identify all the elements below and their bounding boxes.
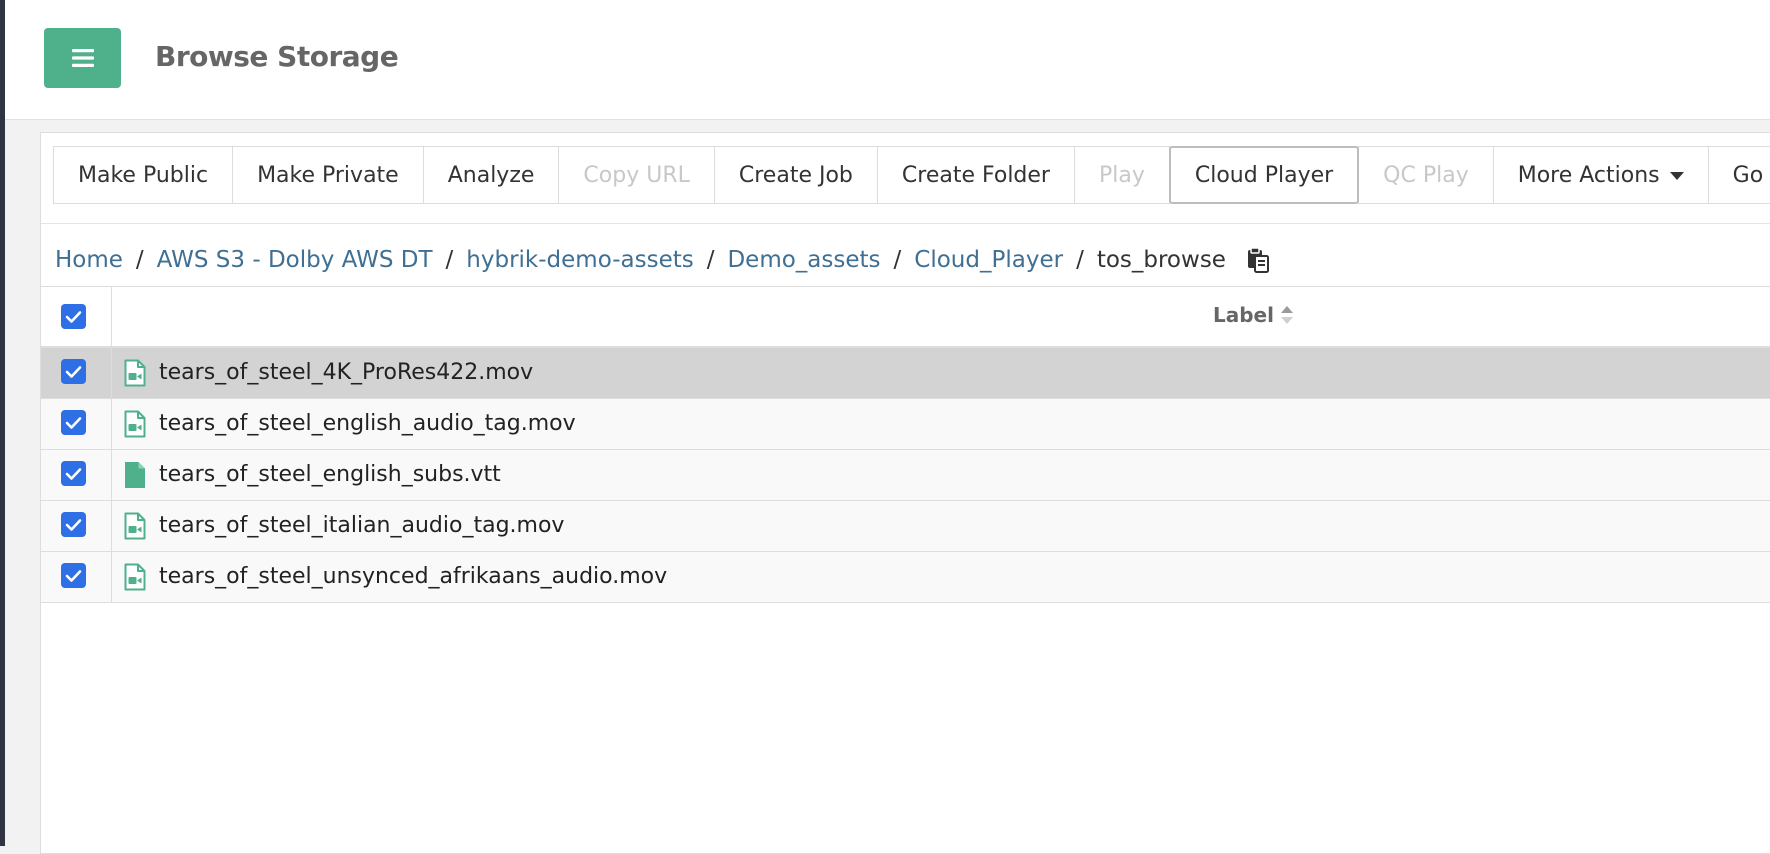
breadcrumb: Home / AWS S3 - Dolby AWS DT / hybrik-de… [55, 234, 1270, 286]
create-job-button[interactable]: Create Job [713, 146, 878, 204]
breadcrumb-separator: / [706, 247, 715, 273]
copy-clipboard-icon[interactable] [1246, 247, 1270, 273]
checkmark-icon [65, 416, 82, 429]
checkmark-icon [65, 518, 82, 531]
breadcrumb-folder-cloud-player[interactable]: Cloud_Player [914, 247, 1063, 273]
checkmark-icon [65, 569, 82, 582]
breadcrumb-separator: / [445, 247, 454, 273]
table-header: Label [41, 287, 1770, 348]
video-file-icon [124, 512, 146, 540]
breadcrumb-separator: / [893, 247, 902, 273]
caret-down-icon [1669, 172, 1684, 180]
row-checkbox[interactable] [61, 563, 86, 588]
table-row[interactable]: tears_of_steel_italian_audio_tag.mov [41, 501, 1770, 552]
row-checkbox[interactable] [61, 512, 86, 537]
table-row[interactable]: tears_of_steel_english_audio_tag.mov [41, 399, 1770, 450]
create-folder-button[interactable]: Create Folder [876, 146, 1075, 204]
column-divider [111, 552, 112, 602]
file-name[interactable]: tears_of_steel_english_audio_tag.mov [159, 411, 576, 436]
breadcrumb-storage-location[interactable]: AWS S3 - Dolby AWS DT [157, 247, 433, 273]
sort-icon [1280, 305, 1294, 325]
column-divider [111, 399, 112, 449]
select-all-checkbox[interactable] [61, 304, 86, 329]
table-row[interactable]: tears_of_steel_4K_ProRes422.mov [41, 348, 1770, 399]
top-header: Browse Storage [5, 0, 1770, 120]
storage-panel: Make Public Make Private Analyze Copy UR… [40, 132, 1770, 854]
breadcrumb-folder-demo-assets[interactable]: Demo_assets [727, 247, 880, 273]
column-divider [111, 348, 112, 398]
row-checkbox[interactable] [61, 410, 86, 435]
cloud-player-button[interactable]: Cloud Player [1168, 146, 1360, 204]
file-name[interactable]: tears_of_steel_italian_audio_tag.mov [159, 513, 564, 538]
analyze-button[interactable]: Analyze [422, 146, 560, 204]
table-row[interactable]: tears_of_steel_english_subs.vtt [41, 450, 1770, 501]
column-divider [111, 287, 112, 346]
file-list: tears_of_steel_4K_ProRes422.mov tears_of… [41, 348, 1770, 603]
hamburger-icon [71, 49, 94, 67]
action-toolbar: Make Public Make Private Analyze Copy UR… [53, 146, 1770, 204]
play-button[interactable]: Play [1073, 146, 1170, 204]
table-row[interactable]: tears_of_steel_unsynced_afrikaans_audio.… [41, 552, 1770, 603]
file-name[interactable]: tears_of_steel_english_subs.vtt [159, 462, 501, 487]
column-divider [111, 501, 112, 551]
row-checkbox[interactable] [61, 461, 86, 486]
checkmark-icon [65, 467, 82, 480]
breadcrumb-separator: / [135, 247, 144, 273]
sidebar-edge [0, 0, 5, 846]
breadcrumb-current: tos_browse [1096, 247, 1226, 273]
breadcrumb-bucket[interactable]: hybrik-demo-assets [466, 247, 693, 273]
make-private-button[interactable]: Make Private [232, 146, 424, 204]
go-button[interactable]: Go [1707, 146, 1770, 204]
checkmark-icon [65, 310, 82, 323]
column-divider [111, 450, 112, 500]
document-file-icon [125, 462, 145, 488]
video-file-icon [124, 359, 146, 387]
more-actions-button[interactable]: More Actions [1492, 146, 1709, 204]
page-title: Browse Storage [155, 40, 399, 73]
file-name[interactable]: tears_of_steel_unsynced_afrikaans_audio.… [159, 564, 667, 589]
make-public-button[interactable]: Make Public [53, 146, 234, 204]
breadcrumb-separator: / [1076, 247, 1084, 273]
label-column-header-text: Label [1213, 303, 1274, 327]
breadcrumb-home[interactable]: Home [55, 247, 123, 273]
checkmark-icon [65, 365, 82, 378]
row-checkbox[interactable] [61, 359, 86, 384]
video-file-icon [124, 563, 146, 591]
file-name[interactable]: tears_of_steel_4K_ProRes422.mov [159, 360, 533, 385]
copy-url-button[interactable]: Copy URL [558, 146, 715, 204]
label-column-header[interactable]: Label [1213, 303, 1294, 327]
menu-toggle-button[interactable] [44, 28, 121, 88]
qc-play-button[interactable]: QC Play [1358, 146, 1494, 204]
video-file-icon [124, 410, 146, 438]
toolbar-divider [41, 223, 1770, 224]
